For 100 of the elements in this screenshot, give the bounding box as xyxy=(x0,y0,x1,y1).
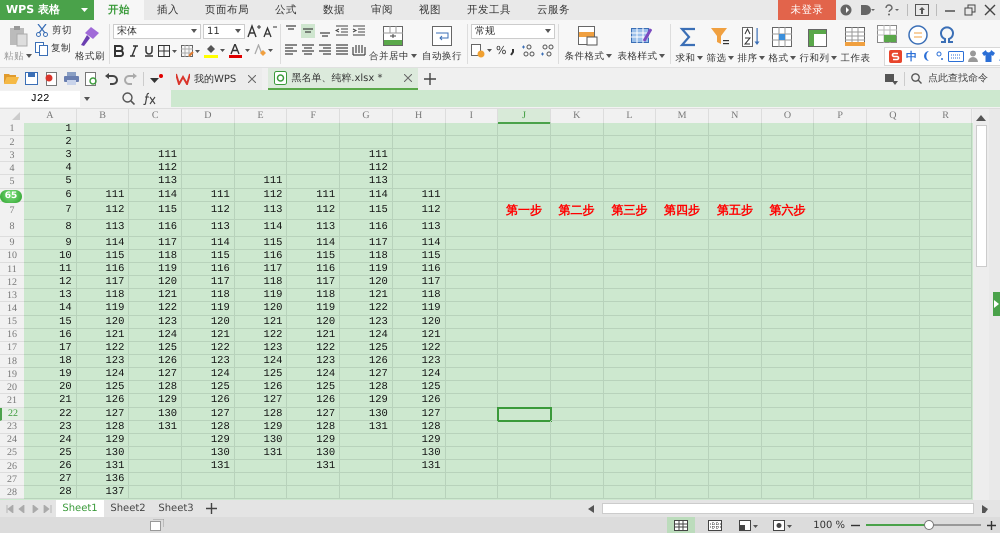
record-macro-icon[interactable] xyxy=(150,519,164,531)
shirt-icon[interactable] xyxy=(982,50,995,62)
normal-view-button[interactable] xyxy=(667,517,696,533)
row-header[interactable]: 13 xyxy=(0,289,24,302)
scroll-left-icon[interactable] xyxy=(588,504,594,513)
fill-color-icon[interactable] xyxy=(204,44,226,58)
vertical-align-icon[interactable] xyxy=(301,24,315,38)
text-align-icon[interactable] xyxy=(352,42,366,57)
column-header[interactable]: G xyxy=(340,108,393,124)
font-name-dropdown[interactable]: 宋体 xyxy=(113,24,201,39)
ribbon-tab[interactable]: 云服务 xyxy=(524,0,583,20)
function-icon[interactable] xyxy=(143,92,157,106)
grow-font-icon[interactable] xyxy=(247,24,261,38)
number-format-dropdown[interactable]: 常规 xyxy=(471,24,555,39)
close-icon[interactable] xyxy=(248,74,256,83)
decrease-decimal-icon[interactable] xyxy=(539,44,556,58)
row-header[interactable]: 15 xyxy=(0,316,24,329)
column-header[interactable]: E xyxy=(234,108,288,124)
currency-icon[interactable] xyxy=(471,44,493,58)
toolbar-button[interactable]: 行和列 xyxy=(798,24,838,66)
zoom-icon[interactable] xyxy=(122,92,135,106)
row-header[interactable]: 11 xyxy=(0,262,24,276)
row-header[interactable]: 14 xyxy=(0,302,24,316)
column-header[interactable]: M xyxy=(656,108,709,124)
shrink-font-icon[interactable] xyxy=(263,24,277,38)
input-mode-toggle[interactable]: 中 xyxy=(906,48,917,64)
ribbon-tab[interactable]: 数据 xyxy=(310,0,358,20)
login-button[interactable]: 未登录 xyxy=(778,0,836,20)
borders-icon[interactable] xyxy=(158,44,178,57)
ribbon-tab[interactable]: 审阅 xyxy=(358,0,406,20)
styles-button[interactable]: 条件格式 xyxy=(562,24,614,64)
percent-button[interactable]: % xyxy=(496,44,506,58)
pin-icon[interactable] xyxy=(915,4,929,16)
print-preview-icon[interactable] xyxy=(85,72,99,86)
save-icon[interactable] xyxy=(25,72,38,86)
styles-button[interactable]: 表格样式 xyxy=(615,24,668,64)
column-header[interactable]: P xyxy=(814,108,867,124)
column-header[interactable]: D xyxy=(182,108,235,124)
text-align-icon[interactable] xyxy=(335,42,349,57)
row-header[interactable]: 22 xyxy=(0,408,24,421)
increase-indent-icon[interactable] xyxy=(352,24,366,38)
ribbon-tab[interactable]: 页面布局 xyxy=(192,0,262,20)
customize-icon[interactable] xyxy=(150,72,164,85)
row-header[interactable]: 9 xyxy=(0,236,24,250)
clear-format-icon[interactable] xyxy=(254,44,274,58)
sheet-tab[interactable]: Sheet2 xyxy=(104,500,152,517)
row-header[interactable]: 18 xyxy=(0,354,24,368)
formula-input[interactable] xyxy=(171,90,1000,108)
selected-cell[interactable] xyxy=(498,408,551,421)
scroll-thumb[interactable] xyxy=(976,124,986,267)
column-header[interactable]: Q xyxy=(867,108,920,124)
row-header[interactable]: 3 xyxy=(0,149,24,162)
add-sheet-icon[interactable] xyxy=(206,503,217,514)
underline-icon[interactable] xyxy=(143,44,155,57)
column-header[interactable]: K xyxy=(550,108,604,124)
text-align-icon[interactable] xyxy=(318,42,332,57)
column-header[interactable]: J xyxy=(498,108,551,124)
row-header[interactable]: 26 xyxy=(0,460,24,474)
column-header[interactable]: L xyxy=(604,108,656,124)
row-header[interactable]: 27 xyxy=(0,473,24,486)
toolbar-button[interactable]: 工作表 xyxy=(839,24,872,66)
row-header[interactable]: 8 xyxy=(0,218,24,237)
row-header[interactable]: 20 xyxy=(0,381,24,394)
scroll-up-icon[interactable] xyxy=(976,114,986,121)
undo-icon[interactable] xyxy=(105,72,118,85)
row-header[interactable]: 23 xyxy=(0,420,24,434)
row-header[interactable]: 17 xyxy=(0,342,24,355)
help-icon[interactable] xyxy=(884,4,900,16)
column-header[interactable]: F xyxy=(287,108,340,124)
ribbon-tab[interactable]: 插入 xyxy=(144,0,192,20)
cut-button[interactable]: 剪切 xyxy=(35,24,72,37)
row-header[interactable]: 19 xyxy=(0,368,24,382)
column-header[interactable]: H xyxy=(392,108,446,124)
scroll-thumb[interactable] xyxy=(602,503,974,514)
bold-icon[interactable] xyxy=(113,44,125,57)
merge-center-button[interactable]: 合并居中 xyxy=(367,24,419,64)
increase-decimal-icon[interactable] xyxy=(520,44,536,58)
zoom-slider-thumb[interactable] xyxy=(924,520,934,530)
row-header[interactable]: 4 xyxy=(0,162,24,176)
font-color-icon[interactable] xyxy=(229,44,251,58)
format-painter-button[interactable]: 格式刷 xyxy=(74,24,106,64)
keyboard-icon[interactable] xyxy=(948,50,964,62)
ribbon-tab[interactable]: 视图 xyxy=(406,0,454,20)
command-search-field[interactable]: 点此查找命令 xyxy=(928,73,994,84)
row-header[interactable]: 25 xyxy=(0,446,24,460)
column-header[interactable]: C xyxy=(129,108,182,124)
caret-icon[interactable] xyxy=(84,96,90,101)
column-header[interactable]: A xyxy=(24,108,77,124)
side-panel-handle[interactable] xyxy=(989,108,1000,500)
collapse-ribbon-icon[interactable] xyxy=(885,72,898,85)
toolbar-button[interactable]: 排序 xyxy=(736,24,766,66)
toolbar-button[interactable]: 筛选 xyxy=(705,24,736,66)
close-icon[interactable] xyxy=(404,74,412,82)
zoom-in-icon[interactable] xyxy=(987,520,996,530)
toolbar-button[interactable]: 求和 xyxy=(674,24,704,66)
sheet-tab[interactable]: Sheet1 xyxy=(56,500,104,517)
app-menu-button[interactable]: WPS 表格 xyxy=(0,0,94,20)
row-header[interactable]: 24 xyxy=(0,434,24,447)
input-method-logo-icon[interactable] xyxy=(889,50,902,63)
pdf-export-icon[interactable] xyxy=(44,72,58,86)
